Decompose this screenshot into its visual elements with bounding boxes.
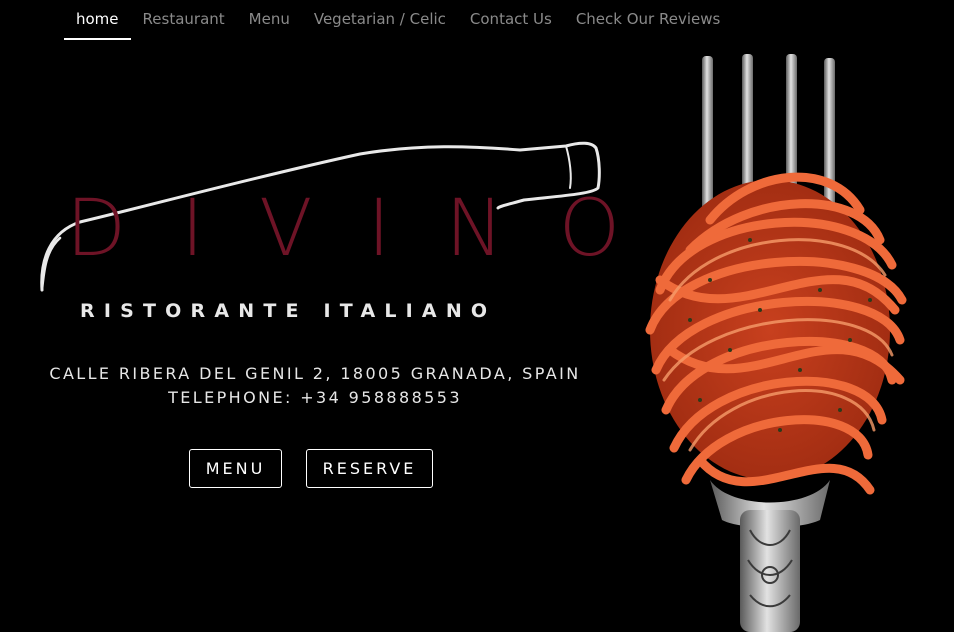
fork-spaghetti-image [645,54,907,632]
address-block: CALLE RIBERA DEL GENIL 2, 18005 GRANADA,… [0,362,630,410]
main-nav: home Restaurant Menu Vegetarian / Celic … [64,0,732,40]
nav-vegetarian-celic[interactable]: Vegetarian / Celic [302,0,458,38]
nav-contact-us[interactable]: Contact Us [458,0,564,38]
nav-home[interactable]: home [64,0,131,40]
reserve-button[interactable]: RESERVE [306,449,433,488]
telephone-line: TELEPHONE: +34 958888553 [168,388,462,407]
nav-check-our-reviews[interactable]: Check Our Reviews [564,0,733,38]
address-line: CALLE RIBERA DEL GENIL 2, 18005 GRANADA,… [49,364,581,383]
menu-button[interactable]: MENU [189,449,282,488]
nav-restaurant[interactable]: Restaurant [131,0,237,38]
logo-name: DIVINO [66,184,676,274]
nav-menu[interactable]: Menu [237,0,302,38]
logo-subtitle: RISTORANTE ITALIANO [80,300,497,322]
